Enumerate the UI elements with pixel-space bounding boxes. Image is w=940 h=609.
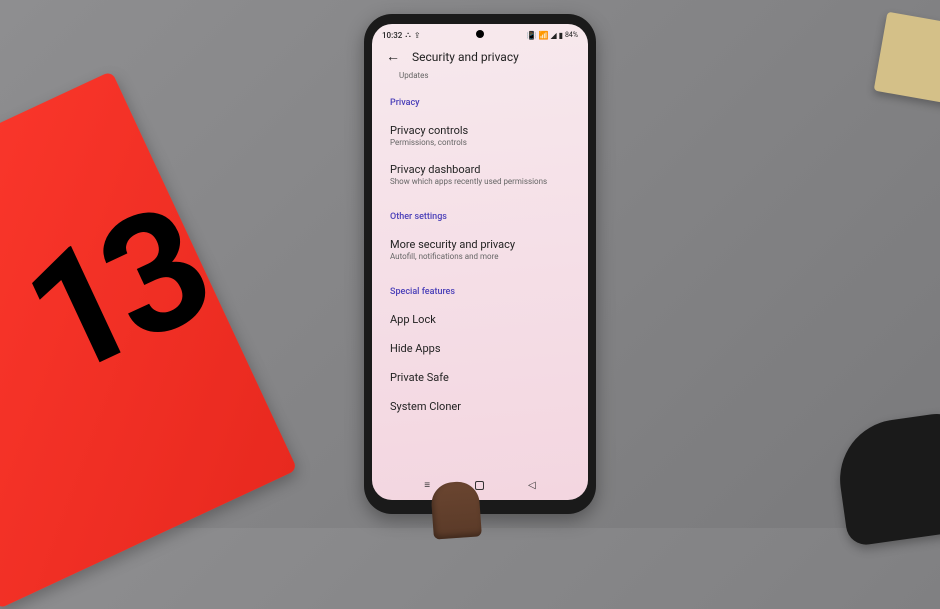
back-icon[interactable]: ← <box>386 48 400 65</box>
phone-screen: 10:32 ⛬ ⇪ 📳 📶 ◢ ▮ 84% ← Security and pri… <box>372 24 588 500</box>
nav-back-icon[interactable]: ◁ <box>528 480 536 491</box>
product-box: 13 <box>0 71 298 609</box>
section-header-special: Special features <box>390 287 570 297</box>
item-title: Privacy controls <box>390 124 570 137</box>
item-hide-apps[interactable]: Hide Apps <box>390 334 570 363</box>
item-title: Hide Apps <box>390 342 570 355</box>
status-misc-icon: ⛬ <box>405 30 411 40</box>
item-sub: Autofill, notifications and more <box>390 252 570 261</box>
section-header-other: Other settings <box>390 212 570 222</box>
box-number: 13 <box>0 172 229 417</box>
item-system-cloner[interactable]: System Cloner <box>390 392 570 421</box>
item-privacy-controls[interactable]: Privacy controls Permissions, controls <box>390 116 570 155</box>
status-battery: 84% <box>565 31 578 39</box>
battery-icon: ▮ <box>559 31 563 40</box>
phone-frame: 10:32 ⛬ ⇪ 📳 📶 ◢ ▮ 84% ← Security and pri… <box>364 14 596 514</box>
vibrate-icon: 📳 <box>527 31 537 40</box>
item-title: Privacy dashboard <box>390 163 570 176</box>
navigation-bar: ≡ ◁ <box>372 475 588 496</box>
status-time: 10:32 <box>382 31 402 40</box>
nav-recent-icon[interactable]: ≡ <box>424 480 430 491</box>
settings-content: Updates Privacy Privacy controls Permiss… <box>372 71 588 421</box>
finger <box>430 480 482 539</box>
signal-icon: ◢ <box>550 31 556 40</box>
item-more-security[interactable]: More security and privacy Autofill, noti… <box>390 230 570 269</box>
page-title: Security and privacy <box>412 50 519 64</box>
background-object-bottom <box>832 409 940 547</box>
status-share-icon: ⇪ <box>414 31 421 40</box>
item-title: System Cloner <box>390 400 570 413</box>
item-title: Private Safe <box>390 371 570 384</box>
updates-hint[interactable]: Updates <box>399 71 570 80</box>
camera-cutout <box>476 30 484 38</box>
item-sub: Permissions, controls <box>390 138 570 147</box>
item-app-lock[interactable]: App Lock <box>390 305 570 334</box>
wifi-icon: 📶 <box>538 31 548 40</box>
item-sub: Show which apps recently used permission… <box>390 177 570 186</box>
page-header: ← Security and privacy <box>372 42 588 69</box>
item-private-safe[interactable]: Private Safe <box>390 363 570 392</box>
item-title: More security and privacy <box>390 238 570 251</box>
background-object-top <box>874 12 940 105</box>
item-privacy-dashboard[interactable]: Privacy dashboard Show which apps recent… <box>390 155 570 194</box>
section-header-privacy: Privacy <box>390 98 570 108</box>
nav-home-icon[interactable] <box>475 481 484 490</box>
item-title: App Lock <box>390 313 570 326</box>
